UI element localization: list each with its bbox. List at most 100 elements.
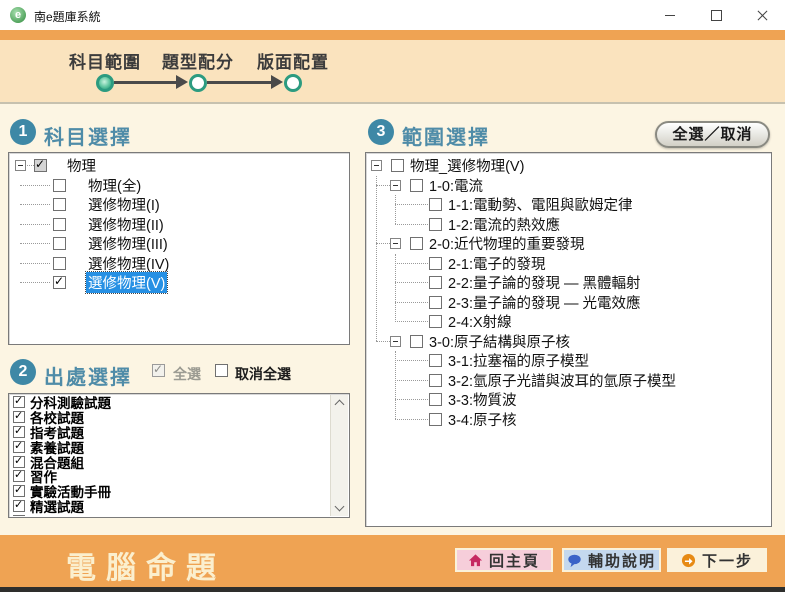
tree-row[interactable]: 選修物理(IV) — [9, 254, 349, 274]
tree-row[interactable]: 2-0:近代物理的重要發現 — [366, 234, 771, 254]
tree-row[interactable]: 2-1:電子的發現 — [366, 254, 771, 274]
tree-item-label[interactable]: 2-2:量子論的發現 — 黑體輻射 — [446, 272, 643, 293]
tree-row[interactable]: 3-4:原子核 — [366, 410, 771, 430]
tree-row[interactable]: 2-2:量子論的發現 — 黑體輻射 — [366, 273, 771, 293]
select-all-toggle-button[interactable]: 全選／取消 — [655, 121, 770, 148]
tree-expander-icon[interactable] — [371, 160, 382, 171]
tree-item-label[interactable]: 2-4:X射線 — [446, 311, 514, 332]
help-button[interactable]: 輔助說明 — [562, 548, 661, 572]
tree-item-label[interactable]: 3-3:物質波 — [446, 389, 519, 410]
source-list-rows: 分科測驗試題各校試題指考試題素養試題混合題組習作實驗活動手冊精選試題 — [10, 395, 331, 516]
checkbox[interactable] — [13, 456, 25, 468]
checkbox-mixed[interactable] — [34, 159, 47, 172]
tree-row[interactable]: 選修物理(I) — [9, 195, 349, 215]
checkbox[interactable] — [13, 426, 25, 438]
checkbox[interactable] — [429, 218, 442, 231]
tree-guide-stub — [20, 263, 50, 264]
checkbox[interactable] — [410, 237, 423, 250]
checkbox[interactable] — [53, 276, 66, 289]
tree-row[interactable]: 1-1:電動勢、電阻與歐姆定律 — [366, 195, 771, 215]
tree-row[interactable]: 選修物理(V) — [9, 273, 349, 293]
tree-row[interactable]: 3-2:氫原子光譜與波耳的氫原子模型 — [366, 371, 771, 391]
checkbox[interactable] — [53, 237, 66, 250]
tree-row[interactable]: 3-1:拉塞福的原子模型 — [366, 351, 771, 371]
checkbox[interactable] — [13, 441, 25, 453]
tree-item-label[interactable]: 2-0:近代物理的重要發現 — [427, 233, 587, 254]
tree-item-label[interactable]: 3-0:原子結構與原子核 — [427, 331, 572, 352]
tree-row[interactable]: 3-3:物質波 — [366, 390, 771, 410]
checkbox[interactable] — [391, 159, 404, 172]
close-button[interactable] — [739, 0, 785, 30]
checkbox[interactable] — [53, 179, 66, 192]
tree-row[interactable]: 選修物理(II) — [9, 215, 349, 235]
tree-item-label[interactable]: 選修物理(III) — [86, 233, 170, 254]
checkbox[interactable] — [13, 500, 25, 512]
tree-item-label[interactable]: 1-0:電流 — [427, 175, 485, 196]
checkbox[interactable] — [429, 374, 442, 387]
tree-row[interactable]: 物理(全) — [9, 176, 349, 196]
tree-item-label[interactable]: 物理_選修物理(V) — [408, 155, 526, 176]
tree-guide-stub — [395, 321, 430, 322]
checkbox[interactable] — [429, 315, 442, 328]
tree-expander-icon[interactable] — [390, 336, 401, 347]
tree-item-label[interactable]: 3-4:原子核 — [446, 409, 519, 430]
tree-item-label[interactable]: 物理(全) — [86, 175, 143, 196]
checkbox[interactable] — [13, 411, 25, 423]
tree-item-label[interactable]: 3-2:氫原子光譜與波耳的氫原子模型 — [446, 370, 678, 391]
app-window: e 南e題庫系統 科目範圍 題型配分 版面配置 1 科目選擇 物理物理(全)選修… — [0, 0, 785, 592]
maximize-button[interactable] — [693, 0, 739, 30]
tree-item-label[interactable]: 1-1:電動勢、電阻與歐姆定律 — [446, 194, 635, 215]
tree-row[interactable]: 選修物理(III) — [9, 234, 349, 254]
list-item[interactable]: 混合題組 — [10, 454, 331, 469]
checkbox[interactable] — [429, 198, 442, 211]
tree-row-root[interactable]: 物理 — [9, 156, 349, 176]
list-item-label: 精選試題 — [30, 496, 84, 516]
tree-item-label[interactable]: 物理 — [65, 155, 98, 176]
list-item[interactable]: 精選試題 — [10, 499, 331, 514]
source-listbox: 分科測驗試題各校試題指考試題素養試題混合題組習作實驗活動手冊精選試題 — [8, 393, 350, 518]
tree-row[interactable]: 物理_選修物理(V) — [366, 156, 771, 176]
next-step-button[interactable]: 下一步 — [667, 548, 767, 572]
checkbox[interactable] — [429, 296, 442, 309]
tree-expander-icon[interactable] — [390, 238, 401, 249]
tree-item-label[interactable]: 選修物理(I) — [86, 194, 162, 215]
tree-item-label[interactable]: 2-3:量子論的發現 — 光電效應 — [446, 292, 643, 313]
scroll-up-button[interactable] — [331, 395, 348, 411]
tree-row[interactable]: 3-0:原子結構與原子核 — [366, 332, 771, 352]
step-label-question-types: 題型配分 — [150, 48, 246, 73]
tree-expander-icon[interactable] — [15, 160, 26, 171]
checkbox[interactable] — [429, 354, 442, 367]
checkbox[interactable] — [13, 485, 25, 497]
tree-row[interactable]: 2-3:量子論的發現 — 光電效應 — [366, 293, 771, 313]
deselect-all-checkbox[interactable] — [215, 364, 228, 377]
home-button[interactable]: 回主頁 — [455, 548, 553, 572]
checkbox[interactable] — [429, 413, 442, 426]
tree-row[interactable]: 2-4:X射線 — [366, 312, 771, 332]
tree-guide-stub — [395, 204, 430, 205]
checkbox[interactable] — [13, 396, 25, 408]
tree-row[interactable]: 1-0:電流 — [366, 176, 771, 196]
tree-expander-icon[interactable] — [390, 180, 401, 191]
wizard-steps: 科目範圍 題型配分 版面配置 — [0, 40, 785, 104]
checkbox[interactable] — [410, 179, 423, 192]
checkbox[interactable] — [53, 198, 66, 211]
tree-row[interactable]: 1-2:電流的熱效應 — [366, 215, 771, 235]
checkbox[interactable] — [429, 257, 442, 270]
checkbox[interactable] — [53, 218, 66, 231]
step-indicator-3 — [284, 74, 302, 92]
checkbox[interactable] — [13, 470, 25, 482]
minimize-button[interactable] — [647, 0, 693, 30]
checkbox[interactable] — [429, 393, 442, 406]
tree-item-label[interactable]: 2-1:電子的發現 — [446, 253, 548, 274]
scrollbar[interactable] — [330, 395, 348, 516]
tree-item-label-selected[interactable]: 選修物理(V) — [86, 272, 167, 293]
checkbox[interactable] — [429, 276, 442, 289]
tree-item-label[interactable]: 選修物理(IV) — [86, 253, 171, 274]
tree-item-label[interactable]: 選修物理(II) — [86, 214, 166, 235]
tree-item-label[interactable]: 3-1:拉塞福的原子模型 — [446, 350, 591, 371]
checkbox[interactable] — [410, 335, 423, 348]
checkbox[interactable] — [53, 257, 66, 270]
checkbox[interactable] — [13, 515, 25, 516]
tree-item-label[interactable]: 1-2:電流的熱效應 — [446, 214, 562, 235]
scroll-down-button[interactable] — [331, 500, 348, 516]
